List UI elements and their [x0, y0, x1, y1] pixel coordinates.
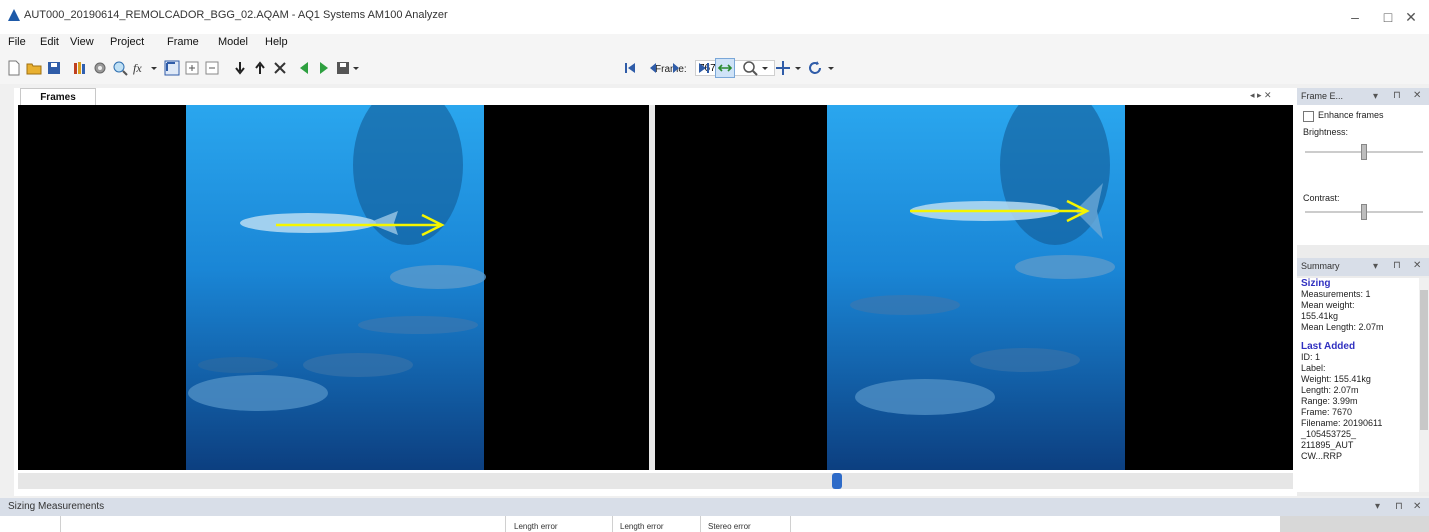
sizing-line: Mean Length: 2.07m — [1301, 322, 1384, 332]
remove-point-icon[interactable] — [204, 60, 220, 76]
grid-column-separator — [505, 516, 506, 532]
frame-enhance-close-icon[interactable]: ✕ — [1413, 90, 1421, 101]
frame-enhance-dropdown-icon[interactable]: ▾ — [1373, 91, 1378, 102]
toolbar: fx Frame: — [0, 52, 1429, 84]
step-back-icon[interactable] — [645, 60, 661, 76]
last-added-line: Weight: 155.41kg — [1301, 374, 1371, 384]
close-button[interactable]: ✕ — [1394, 6, 1428, 28]
last-frame-icon[interactable] — [696, 60, 712, 76]
menu-bar: File Edit View Project Frame Model Help — [0, 34, 1429, 52]
app-icon — [8, 9, 20, 21]
pan-icon[interactable] — [775, 60, 803, 76]
zoom-search-icon[interactable] — [112, 60, 128, 76]
open-folder-icon[interactable] — [26, 60, 42, 76]
grid-empty-area — [1280, 516, 1429, 532]
next-frame-icon[interactable] — [316, 60, 332, 76]
enhance-frames-checkbox[interactable] — [1303, 111, 1314, 122]
sync-views-icon[interactable] — [715, 58, 735, 78]
select-frame-icon[interactable] — [164, 60, 180, 76]
summary-close-icon[interactable]: ✕ — [1413, 260, 1421, 271]
sizing-line: 155.41kg — [1301, 311, 1339, 321]
frame-enhance-body — [1297, 105, 1429, 245]
right-frame-image — [827, 105, 1125, 470]
last-added-line: Label: — [1301, 363, 1326, 373]
previous-frame-icon[interactable] — [296, 60, 312, 76]
new-file-icon[interactable] — [6, 60, 22, 76]
grid-column-separator — [790, 516, 791, 532]
last-added-line: _105453725_ — [1301, 429, 1357, 439]
column-header-length-error[interactable]: Length error — [514, 522, 558, 531]
column-header-length-error-2[interactable]: Length error — [620, 522, 664, 531]
sizing-measurements-header: Sizing Measurements — [0, 498, 1429, 516]
move-down-icon[interactable] — [232, 60, 248, 76]
right-camera-view[interactable] — [655, 105, 1293, 470]
last-added-line: Frame: 7670 — [1301, 407, 1353, 417]
enhance-frames-label: Enhance frames — [1318, 110, 1384, 120]
sizing-line: Measurements: 1 — [1301, 289, 1371, 299]
step-forward-icon[interactable] — [668, 60, 684, 76]
summary-title: Summary — [1301, 261, 1340, 271]
frame-scrollbar-thumb[interactable] — [832, 473, 842, 489]
grid-column-separator — [60, 516, 61, 532]
first-frame-icon[interactable] — [622, 60, 638, 76]
summary-dropdown-icon[interactable]: ▾ — [1373, 261, 1378, 272]
minimize-button[interactable]: – — [1338, 6, 1372, 28]
move-up-icon[interactable] — [252, 60, 268, 76]
last-added-line: 211895_AUT — [1301, 440, 1354, 450]
frames-panel-controls[interactable]: ◂ ▸ ✕ — [1250, 90, 1272, 101]
add-point-icon[interactable] — [184, 60, 200, 76]
column-header-stereo-error[interactable]: Stereo error — [708, 522, 751, 531]
summary-header: Summary — [1297, 258, 1429, 276]
last-added-line: Range: 3.99m — [1301, 396, 1358, 406]
window-title: AUT000_20190614_REMOLCADOR_BGG_02.AQAM -… — [24, 9, 448, 21]
delete-icon[interactable] — [272, 60, 288, 76]
title-bar: AUT000_20190614_REMOLCADOR_BGG_02.AQAM -… — [0, 0, 1429, 34]
library-icon[interactable] — [72, 60, 88, 76]
save-icon[interactable] — [46, 60, 62, 76]
menu-frame[interactable]: Frame — [167, 36, 199, 48]
sizing-heading: Sizing — [1301, 278, 1331, 289]
rotate-icon[interactable] — [808, 60, 836, 76]
settings-gear-icon[interactable] — [92, 60, 108, 76]
sizing-measurements-dropdown-icon[interactable]: ▾ — [1375, 501, 1380, 512]
summary-pin-icon[interactable]: ⊓ — [1393, 260, 1401, 271]
sizing-line: Mean weight: — [1301, 300, 1355, 310]
left-camera-view[interactable] — [18, 105, 649, 470]
menu-view[interactable]: View — [70, 36, 94, 48]
function-icon[interactable]: fx — [132, 60, 158, 76]
summary-scrollbar-thumb[interactable] — [1420, 290, 1428, 430]
zoom-icon[interactable] — [742, 60, 770, 76]
menu-edit[interactable]: Edit — [40, 36, 59, 48]
tab-frames[interactable]: Frames — [20, 88, 96, 106]
grid-column-separator — [612, 516, 613, 532]
sizing-measurements-close-icon[interactable]: ✕ — [1413, 501, 1421, 512]
last-added-line: Filename: 20190611 — [1301, 418, 1383, 428]
frame-enhance-pin-icon[interactable]: ⊓ — [1393, 90, 1401, 101]
frame-enhance-header: Frame E... — [1297, 88, 1429, 105]
brightness-label: Brightness: — [1303, 127, 1349, 137]
svg-text:fx: fx — [133, 61, 142, 75]
frame-enhance-title: Frame E... — [1301, 91, 1344, 101]
menu-file[interactable]: File — [8, 36, 26, 48]
left-frame-image — [186, 105, 486, 470]
menu-model[interactable]: Model — [218, 36, 248, 48]
brightness-slider-thumb[interactable] — [1361, 144, 1367, 160]
save-frame-icon[interactable] — [336, 60, 360, 76]
last-added-heading: Last Added — [1301, 341, 1356, 352]
sizing-measurements-title: Sizing Measurements — [8, 501, 105, 512]
contrast-slider-thumb[interactable] — [1361, 204, 1367, 220]
last-added-line: CW...RRP — [1301, 451, 1343, 461]
last-added-line: Length: 2.07m — [1301, 385, 1359, 395]
last-added-line: ID: 1 — [1301, 352, 1321, 362]
summary-content: Sizing Measurements: 1 Mean weight: 155.… — [1297, 278, 1419, 492]
grid-column-separator — [700, 516, 701, 532]
sizing-measurements-pin-icon[interactable]: ⊓ — [1395, 501, 1403, 512]
frame-scrollbar[interactable] — [18, 473, 1293, 489]
contrast-label: Contrast: — [1303, 193, 1340, 203]
menu-help[interactable]: Help — [265, 36, 288, 48]
menu-project[interactable]: Project — [110, 36, 144, 48]
